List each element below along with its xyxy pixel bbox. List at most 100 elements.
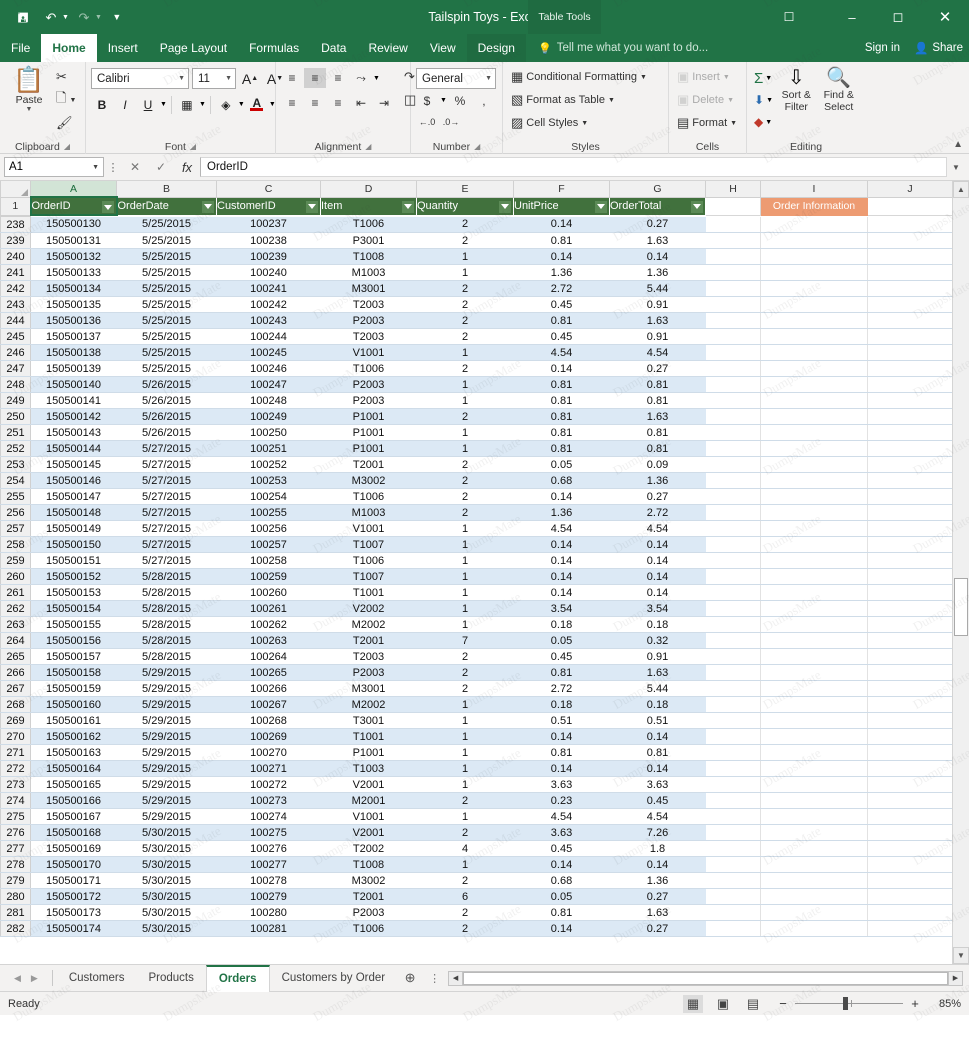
cell-customerid-273[interactable]: 100272 bbox=[216, 776, 321, 793]
cell-H249[interactable] bbox=[705, 392, 761, 409]
cell-unitprice-276[interactable]: 3.63 bbox=[513, 824, 610, 841]
cell-item-247[interactable]: T1006 bbox=[320, 360, 417, 377]
cell-orderid-250[interactable]: 150500142 bbox=[30, 408, 117, 425]
cell-quantity-273[interactable]: 1 bbox=[416, 776, 514, 793]
cell-H252[interactable] bbox=[705, 440, 761, 457]
cell-customerid-266[interactable]: 100265 bbox=[216, 664, 321, 681]
cell-I265[interactable] bbox=[760, 648, 868, 665]
cell-ordertotal-277[interactable]: 1.8 bbox=[609, 840, 706, 857]
row-header-272[interactable]: 272 bbox=[0, 760, 31, 777]
cell-ordertotal-238[interactable]: 0.27 bbox=[609, 216, 706, 233]
table-row[interactable]: 271 150500163 5/29/2015 100270 P1001 1 0.81 0.8… bbox=[0, 744, 952, 761]
cell-quantity-247[interactable]: 2 bbox=[416, 360, 514, 377]
cell-ordertotal-264[interactable]: 0.32 bbox=[609, 632, 706, 649]
zoom-control[interactable]: − + 85% bbox=[777, 996, 961, 1011]
cell-orderid-276[interactable]: 150500168 bbox=[30, 824, 117, 841]
row-header-268[interactable]: 268 bbox=[0, 696, 31, 713]
cell-quantity-264[interactable]: 7 bbox=[416, 632, 514, 649]
cell-quantity-250[interactable]: 2 bbox=[416, 408, 514, 425]
cell-customerid-254[interactable]: 100253 bbox=[216, 472, 321, 489]
underline-dropdown-icon[interactable]: ▼ bbox=[160, 101, 167, 108]
cell-unitprice-258[interactable]: 0.14 bbox=[513, 536, 610, 553]
cell-H279[interactable] bbox=[705, 872, 761, 889]
cell-ordertotal-274[interactable]: 0.45 bbox=[609, 792, 706, 809]
cell-ordertotal-262[interactable]: 3.54 bbox=[609, 600, 706, 617]
cell-orderid-263[interactable]: 150500155 bbox=[30, 616, 117, 633]
cell-J251[interactable] bbox=[867, 424, 952, 441]
worksheet-grid[interactable]: A B C D E F G H I J 1 OrderID OrderDate … bbox=[0, 181, 952, 964]
cell-I248[interactable] bbox=[760, 376, 868, 393]
cell-I251[interactable] bbox=[760, 424, 868, 441]
cell-unitprice-282[interactable]: 0.14 bbox=[513, 920, 610, 937]
column-header-D[interactable]: D bbox=[320, 181, 417, 198]
tab-file[interactable]: File bbox=[0, 34, 41, 62]
cell-H257[interactable] bbox=[705, 520, 761, 537]
cell-orderid-272[interactable]: 150500164 bbox=[30, 760, 117, 777]
cell-J264[interactable] bbox=[867, 632, 952, 649]
cell-ordertotal-258[interactable]: 0.14 bbox=[609, 536, 706, 553]
table-row[interactable]: 252 150500144 5/27/2015 100251 P1001 1 0.81 0.8… bbox=[0, 440, 952, 457]
cell-orderdate-242[interactable]: 5/25/2015 bbox=[116, 280, 217, 297]
cell-item-245[interactable]: T2003 bbox=[320, 328, 417, 345]
cell-orderdate-279[interactable]: 5/30/2015 bbox=[116, 872, 217, 889]
cell-orderid-240[interactable]: 150500132 bbox=[30, 248, 117, 265]
cell-quantity-260[interactable]: 1 bbox=[416, 568, 514, 585]
column-header-G[interactable]: G bbox=[609, 181, 706, 198]
cell-item-268[interactable]: M2002 bbox=[320, 696, 417, 713]
table-row[interactable]: 275 150500167 5/29/2015 100274 V1001 1 4.54 4.5… bbox=[0, 808, 952, 825]
cell-orderdate-258[interactable]: 5/27/2015 bbox=[116, 536, 217, 553]
cell-orderdate-281[interactable]: 5/30/2015 bbox=[116, 904, 217, 921]
cell-I269[interactable] bbox=[760, 712, 868, 729]
number-dialog-launcher[interactable]: ◢ bbox=[474, 142, 480, 151]
cell-orderid-252[interactable]: 150500144 bbox=[30, 440, 117, 457]
cell-I270[interactable] bbox=[760, 728, 868, 745]
cell-ordertotal-280[interactable]: 0.27 bbox=[609, 888, 706, 905]
cell-J243[interactable] bbox=[867, 296, 952, 313]
row-header-270[interactable]: 270 bbox=[0, 728, 31, 745]
minimize-icon[interactable]: – bbox=[829, 0, 875, 34]
cell-quantity-244[interactable]: 2 bbox=[416, 312, 514, 329]
cell-orderid-268[interactable]: 150500160 bbox=[30, 696, 117, 713]
cell-ordertotal-252[interactable]: 0.81 bbox=[609, 440, 706, 457]
cell-customerid-240[interactable]: 100239 bbox=[216, 248, 321, 265]
vertical-scroll-thumb[interactable] bbox=[954, 578, 968, 636]
cell-J254[interactable] bbox=[867, 472, 952, 489]
row-header-258[interactable]: 258 bbox=[0, 536, 31, 553]
cell-H250[interactable] bbox=[705, 408, 761, 425]
cell-unitprice-238[interactable]: 0.14 bbox=[513, 216, 610, 233]
tab-data[interactable]: Data bbox=[310, 34, 357, 62]
row-header-282[interactable]: 282 bbox=[0, 920, 31, 937]
table-row[interactable]: 277 150500169 5/30/2015 100276 T2002 4 0.45 1.8 bbox=[0, 840, 952, 857]
cell-quantity-262[interactable]: 1 bbox=[416, 600, 514, 617]
table-row[interactable]: 239 150500131 5/25/2015 100238 P3001 2 0.81 1.6… bbox=[0, 232, 952, 249]
cell-I268[interactable] bbox=[760, 696, 868, 713]
cell-orderdate-269[interactable]: 5/29/2015 bbox=[116, 712, 217, 729]
cell-quantity-245[interactable]: 2 bbox=[416, 328, 514, 345]
name-box[interactable]: A1 ▼ bbox=[4, 157, 104, 177]
cell-quantity-242[interactable]: 2 bbox=[416, 280, 514, 297]
underline-button[interactable]: U bbox=[137, 94, 159, 115]
cell-J242[interactable] bbox=[867, 280, 952, 297]
cell-orderid-273[interactable]: 150500165 bbox=[30, 776, 117, 793]
cell-ordertotal-239[interactable]: 1.63 bbox=[609, 232, 706, 249]
cell-H238[interactable] bbox=[705, 216, 761, 233]
cell-orderid-253[interactable]: 150500145 bbox=[30, 456, 117, 473]
cell-item-266[interactable]: P2003 bbox=[320, 664, 417, 681]
cell-orderdate-240[interactable]: 5/25/2015 bbox=[116, 248, 217, 265]
table-header-item[interactable]: Item bbox=[320, 197, 417, 215]
cell-J277[interactable] bbox=[867, 840, 952, 857]
table-row[interactable]: 242 150500134 5/25/2015 100241 M3001 2 2.72 5.4… bbox=[0, 280, 952, 297]
increase-indent-button[interactable]: ⇥ bbox=[373, 93, 395, 113]
cell-I267[interactable] bbox=[760, 680, 868, 697]
fill-button[interactable]: ⬇ ▼ bbox=[752, 90, 775, 110]
cell-customerid-238[interactable]: 100237 bbox=[216, 216, 321, 233]
cell-orderdate-280[interactable]: 5/30/2015 bbox=[116, 888, 217, 905]
italic-button[interactable]: I bbox=[114, 94, 136, 115]
middle-align-button[interactable]: ≡ bbox=[304, 68, 326, 88]
filter-dropdown-quantity[interactable] bbox=[499, 200, 511, 213]
cell-J268[interactable] bbox=[867, 696, 952, 713]
cell-I247[interactable] bbox=[760, 360, 868, 377]
cell-I277[interactable] bbox=[760, 840, 868, 857]
cell-ordertotal-276[interactable]: 7.26 bbox=[609, 824, 706, 841]
cell-customerid-276[interactable]: 100275 bbox=[216, 824, 321, 841]
